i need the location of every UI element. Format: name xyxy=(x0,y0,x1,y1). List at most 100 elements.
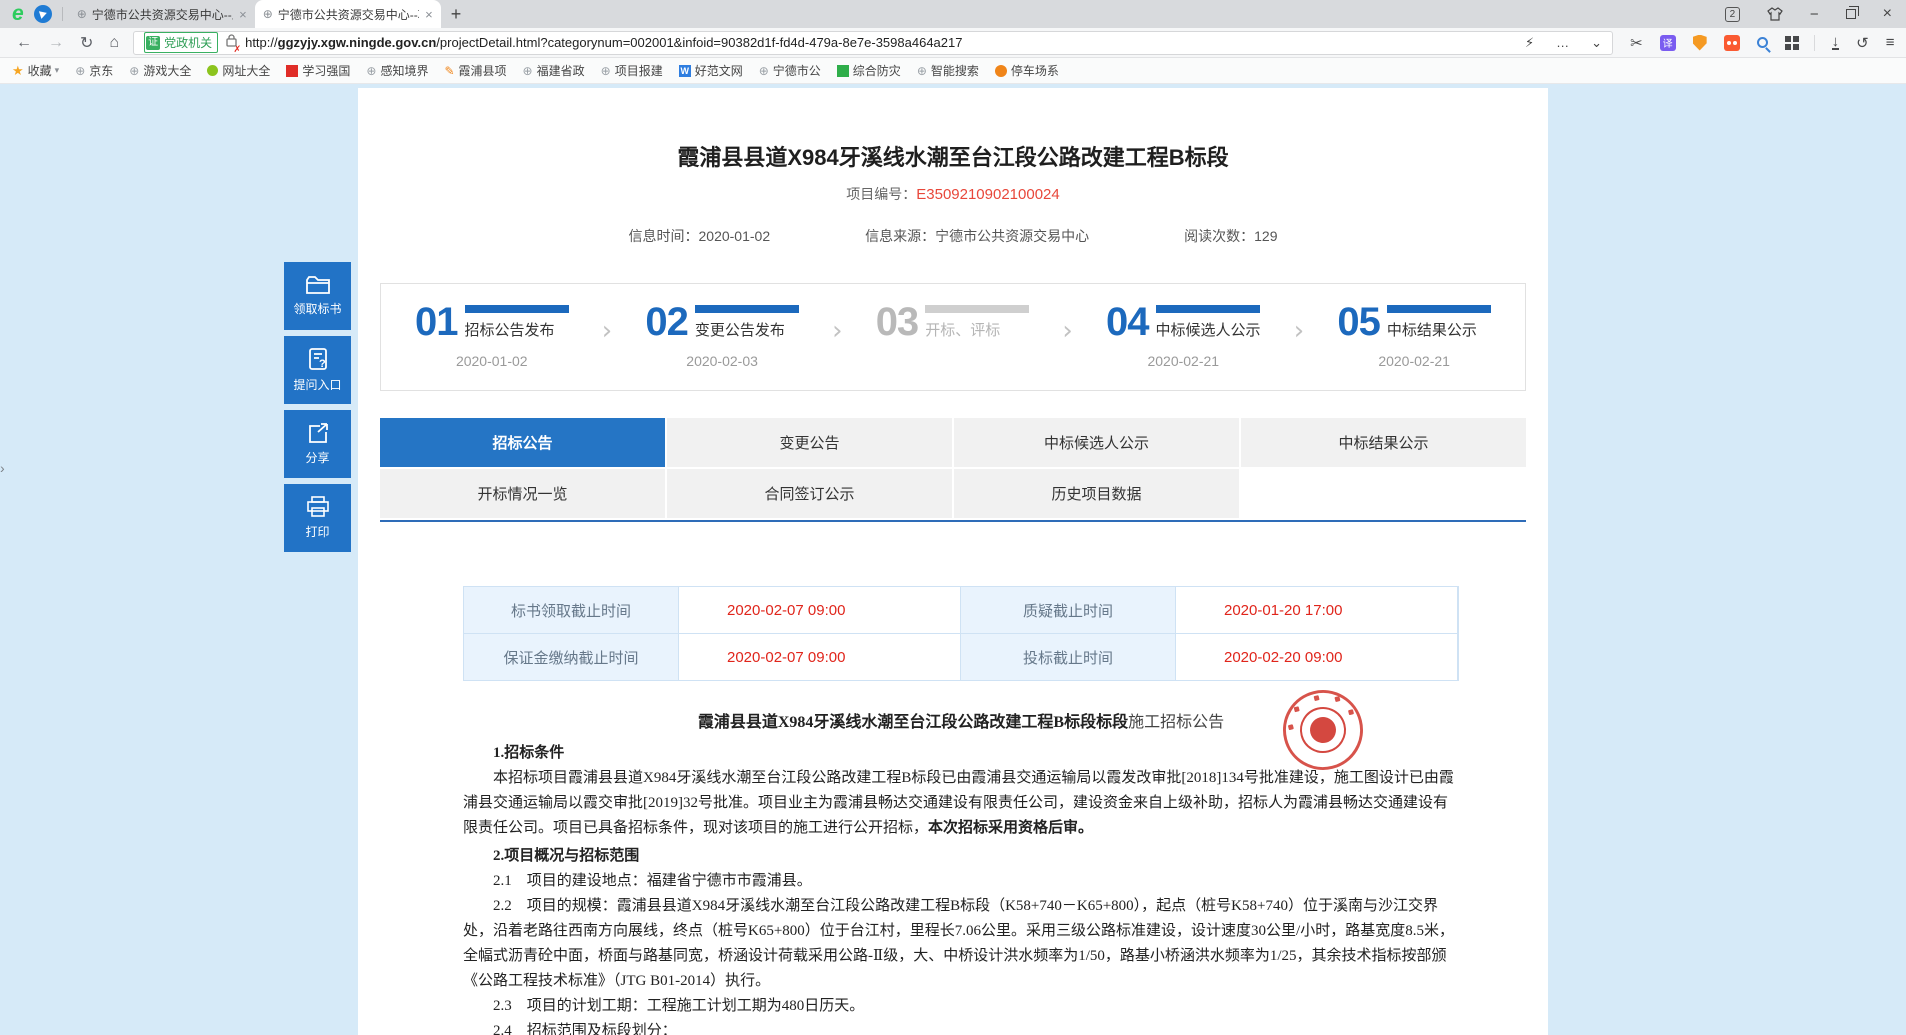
tab-change-announcement[interactable]: 变更公告 xyxy=(667,418,952,467)
downloads-icon[interactable]: ↓ xyxy=(1832,35,1840,50)
tab-candidate-publicity[interactable]: 中标候选人公示 xyxy=(954,418,1239,467)
print-icon xyxy=(306,496,330,518)
window-controls: 2 − × xyxy=(1725,5,1906,23)
deadline-value: 2020-01-20 17:00 xyxy=(1176,587,1457,633)
button-label: 分享 xyxy=(305,449,329,466)
tab-bid-opening[interactable]: 开标情况一览 xyxy=(380,469,665,518)
tab-history-data[interactable]: 历史项目数据 xyxy=(954,469,1239,518)
tab-close-icon[interactable]: × xyxy=(239,7,247,22)
tab-result-publicity[interactable]: 中标结果公示 xyxy=(1241,418,1526,467)
site-favicon-icon xyxy=(837,65,849,77)
browser-logo-icon[interactable]: e xyxy=(12,0,24,28)
step-bar xyxy=(925,305,1029,313)
heading-rest: 施工招标公告 xyxy=(1128,714,1224,731)
timeline-step-1: 01 招标公告发布 2020-01-02 xyxy=(415,304,569,370)
bookmark-item[interactable]: 停车场系 xyxy=(995,62,1059,79)
history-undo-icon[interactable]: ↺ xyxy=(1856,34,1869,52)
deadline-value: 2020-02-07 09:00 xyxy=(679,587,960,633)
apps-grid-icon[interactable] xyxy=(1785,36,1799,50)
step-label: 中标结果公示 xyxy=(1387,319,1491,340)
browser-tab-2-active[interactable]: ⊕ 宁德市公共资源交易中心--项目 × xyxy=(255,0,441,28)
bookmark-item[interactable]: ✎霞浦县项 xyxy=(444,62,506,79)
bookmark-item[interactable]: ⊕感知境界 xyxy=(366,62,428,79)
side-panel-expander[interactable]: › xyxy=(0,460,5,476)
folder-icon xyxy=(305,275,331,295)
tab-contract-signing[interactable]: 合同签订公示 xyxy=(667,469,952,518)
reload-button[interactable]: ↻ xyxy=(80,33,93,53)
bookmark-item[interactable]: ⊕京东 xyxy=(75,62,113,79)
bookmark-label: 综合防灾 xyxy=(853,62,901,79)
site-cert-badge[interactable]: 证 党政机关 xyxy=(144,32,218,53)
step-bar xyxy=(1387,305,1491,313)
dropdown-icon[interactable]: ⌄ xyxy=(1591,35,1602,51)
bookmark-item[interactable]: ⊕游戏大全 xyxy=(129,62,191,79)
caret-down-icon: ▾ xyxy=(55,65,60,76)
tab-list-button[interactable]: 2 xyxy=(1725,7,1740,22)
bookmark-label: 智能搜索 xyxy=(931,62,979,79)
bookmark-item[interactable]: ⊕宁德市公 xyxy=(759,62,821,79)
print-button[interactable]: 打印 xyxy=(284,484,351,552)
navigator-icon[interactable] xyxy=(34,5,52,23)
step-date: 2020-01-02 xyxy=(415,353,569,370)
bookmark-item[interactable]: 综合防灾 xyxy=(837,62,901,79)
paper-plane-icon xyxy=(39,9,48,19)
search-icon[interactable] xyxy=(1757,37,1768,48)
step-label: 开标、评标 xyxy=(925,319,1029,340)
deadline-table: 标书领取截止时间 2020-02-07 09:00 质疑截止时间 2020-01… xyxy=(463,586,1459,681)
ask-question-button[interactable]: ? 提问入口 xyxy=(284,336,351,404)
bookmark-item[interactable]: 学习强国 xyxy=(286,62,350,79)
home-button[interactable]: ⌂ xyxy=(109,34,119,52)
bookmark-item[interactable]: ⊕项目报建 xyxy=(601,62,663,79)
step-number: 03 xyxy=(876,304,919,340)
share-button[interactable]: 分享 xyxy=(284,410,351,478)
timeline-step-2: 02 变更公告发布 2020-02-03 xyxy=(645,304,799,370)
tabs-underline xyxy=(380,520,1526,522)
project-number-value: E3509210902100024 xyxy=(916,186,1059,203)
bookmark-label: 好范文网 xyxy=(695,62,743,79)
bookmark-label: 感知境界 xyxy=(380,62,428,79)
bookmark-label: 京东 xyxy=(89,62,113,79)
bookmark-item[interactable]: ⊕智能搜索 xyxy=(917,62,979,79)
bookmark-label: 福建省政 xyxy=(537,62,585,79)
url-text[interactable]: http://ggzyjy.xgw.ningde.gov.cn/projectD… xyxy=(245,35,1503,50)
back-button[interactable]: ← xyxy=(16,34,32,52)
step-bar xyxy=(695,305,799,313)
step-date: 2020-02-21 xyxy=(1337,353,1491,370)
minimize-button[interactable]: − xyxy=(1810,6,1819,23)
address-bar[interactable]: 证 党政机关 ✗ http://ggzyjy.xgw.ningde.gov.cn… xyxy=(133,31,1613,55)
project-number-row: 项目编号：E3509210902100024 xyxy=(358,184,1548,204)
screenshot-scissors-icon[interactable]: ✂ xyxy=(1630,34,1643,52)
browser-tab-1[interactable]: ⊕ 宁德市公共资源交易中心--工程 × xyxy=(69,0,255,28)
bookmarks-root[interactable]: ★ 收藏 ▾ xyxy=(12,62,59,79)
restore-button[interactable] xyxy=(1846,9,1856,19)
bookmark-item[interactable]: ⊕福建省政 xyxy=(523,62,585,79)
tab-bid-announcement[interactable]: 招标公告 xyxy=(380,418,665,467)
forward-button[interactable]: → xyxy=(48,34,64,52)
tab-close-icon[interactable]: × xyxy=(425,7,433,22)
tab-title: 宁德市公共资源交易中心--项目 xyxy=(278,6,419,23)
meta-info-row: 信息时间：2020-01-02 信息来源：宁德市公共资源交易中心 阅读次数：12… xyxy=(358,226,1548,246)
site-favicon-icon xyxy=(207,65,218,76)
bookmark-item[interactable]: W好范文网 xyxy=(679,62,743,79)
new-tab-button[interactable]: + xyxy=(451,4,462,25)
theme-skin-icon[interactable] xyxy=(1767,7,1783,21)
step-bar xyxy=(1156,305,1260,313)
translate-icon[interactable]: 译 xyxy=(1660,35,1676,51)
step-number: 04 xyxy=(1106,304,1149,340)
accelerate-icon[interactable]: ⚡ xyxy=(1525,35,1534,51)
globe-favicon-icon: ⊕ xyxy=(759,64,769,78)
menu-icon[interactable]: ≡ xyxy=(1886,34,1895,51)
get-bid-doc-button[interactable]: 领取标书 xyxy=(284,262,351,330)
deadline-label: 质疑截止时间 xyxy=(961,587,1175,633)
page-viewport: › 领取标书 ? 提问入口 分享 打印 霞浦县县道X984牙溪线水潮至台江段公路… xyxy=(0,84,1906,1035)
security-shield-icon[interactable] xyxy=(1693,35,1707,51)
insecure-lock-icon[interactable]: ✗ xyxy=(226,34,237,52)
share-icon xyxy=(306,422,330,444)
more-options-icon[interactable]: … xyxy=(1556,35,1569,50)
games-icon[interactable] xyxy=(1724,35,1740,51)
close-window-button[interactable]: × xyxy=(1883,5,1892,23)
bookmark-item[interactable]: 网址大全 xyxy=(207,62,270,79)
info-views: 阅读次数：129 xyxy=(1184,226,1277,246)
deadline-label: 标书领取截止时间 xyxy=(464,587,678,633)
paragraph: 2.2 项目的规模：霞浦县县道X984牙溪线水潮至台江段公路改建工程B标段（K5… xyxy=(463,894,1459,994)
